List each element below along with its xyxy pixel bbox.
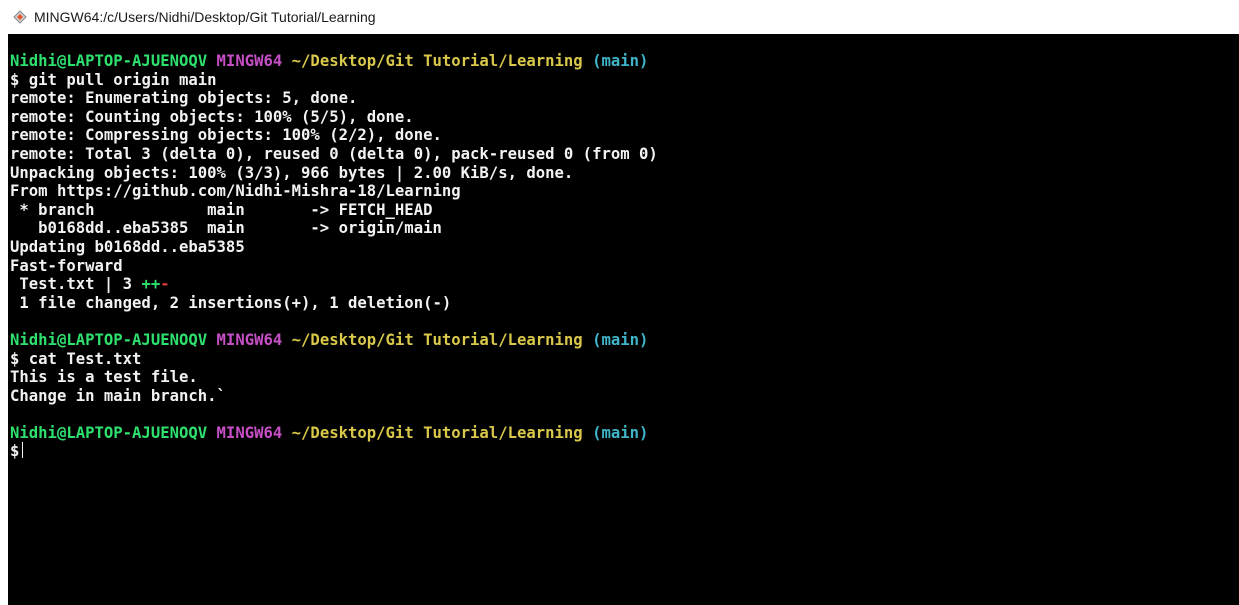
git-bash-diamond-icon	[12, 9, 28, 25]
terminal-screen: Nidhi@LAPTOP-AJUENOQV MINGW64 ~/Desktop/…	[8, 34, 1239, 461]
prompt-symbol: $	[10, 70, 20, 89]
diffstat-line: Test.txt | 3 ++-	[10, 275, 1239, 294]
output-line: This is a test file.	[10, 368, 198, 387]
output-line: Unpacking objects: 100% (3/3), 966 bytes…	[10, 163, 574, 182]
output-line: remote: Compressing objects: 100% (2/2),…	[10, 126, 442, 145]
output-line: From https://github.com/Nidhi-Mishra-18/…	[10, 182, 461, 201]
prompt-system: MINGW64	[216, 52, 283, 70]
prompt-line: Nidhi@LAPTOP-AJUENOQV MINGW64 ~/Desktop/…	[10, 52, 1239, 71]
prompt-branch: (main)	[592, 52, 649, 70]
prompt-line: Nidhi@LAPTOP-AJUENOQV MINGW64 ~/Desktop/…	[10, 331, 1239, 350]
diffstat-plus: ++	[141, 275, 161, 294]
prompt-user-host: Nidhi@LAPTOP-AJUENOQV	[10, 423, 208, 442]
diffstat-file: Test.txt | 3	[10, 275, 142, 294]
command-line: $ git pull origin main	[10, 71, 1239, 90]
prompt-path: ~/Desktop/Git Tutorial/Learning	[291, 52, 583, 70]
output-line: Change in main branch.`	[10, 386, 226, 405]
output-line: * branch main -> FETCH_HEAD	[10, 200, 433, 219]
output-line: remote: Enumerating objects: 5, done.	[10, 89, 358, 108]
input-line[interactable]: $	[10, 442, 1239, 461]
output-line: Fast-forward	[10, 256, 123, 275]
summary-line: 1 file changed, 2 insertions(+), 1 delet…	[10, 293, 452, 312]
prompt-symbol: $	[10, 349, 20, 368]
command-text: cat Test.txt	[28, 349, 142, 368]
prompt-system: MINGW64	[216, 330, 283, 349]
title-bar[interactable]: MINGW64:/c/Users/Nidhi/Desktop/Git Tutor…	[0, 0, 1239, 34]
prompt-user-host: Nidhi@LAPTOP-AJUENOQV	[10, 330, 208, 349]
prompt-path: ~/Desktop/Git Tutorial/Learning	[291, 330, 583, 349]
prompt-symbol: $	[10, 442, 20, 461]
terminal-area[interactable]: Nidhi@LAPTOP-AJUENOQV MINGW64 ~/Desktop/…	[8, 34, 1239, 605]
prompt-branch: (main)	[592, 330, 649, 349]
output-line: remote: Counting objects: 100% (5/5), do…	[10, 107, 414, 126]
prompt-branch: (main)	[592, 423, 649, 442]
prompt-system: MINGW64	[216, 423, 283, 442]
output-line: remote: Total 3 (delta 0), reused 0 (del…	[10, 144, 658, 163]
prompt-user-host: Nidhi@LAPTOP-AJUENOQV	[10, 52, 208, 70]
prompt-path: ~/Desktop/Git Tutorial/Learning	[291, 423, 583, 442]
prompt-line: Nidhi@LAPTOP-AJUENOQV MINGW64 ~/Desktop/…	[10, 424, 1239, 443]
output-line: Updating b0168dd..eba5385	[10, 237, 245, 256]
output-line: b0168dd..eba5385 main -> origin/main	[10, 219, 442, 238]
diffstat-minus: -	[160, 275, 170, 294]
text-cursor	[22, 442, 24, 459]
window-title: MINGW64:/c/Users/Nidhi/Desktop/Git Tutor…	[34, 9, 376, 25]
git-bash-window: MINGW64:/c/Users/Nidhi/Desktop/Git Tutor…	[0, 0, 1239, 605]
command-text: git pull origin main	[28, 70, 217, 89]
command-line: $ cat Test.txt	[10, 350, 1239, 369]
